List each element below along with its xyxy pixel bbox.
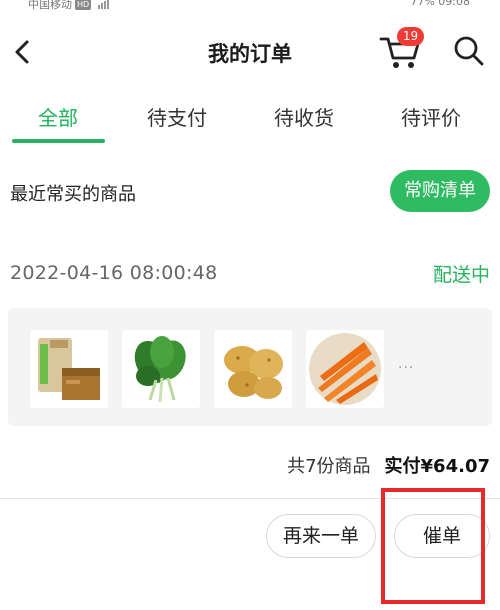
highlight-box: [381, 488, 485, 604]
product-thumb-potatoes: [214, 330, 292, 408]
search-icon: [454, 36, 484, 66]
order-summary: 共7份商品 实付¥64.07: [287, 452, 490, 478]
search-button[interactable]: [452, 34, 486, 68]
frequent-list-button[interactable]: 常购清单: [390, 170, 490, 212]
carrier-info: 中国移动 HD: [28, 0, 110, 12]
status-bar: 中国移动 HD 77% 09:08: [0, 0, 500, 12]
order-status: 配送中: [432, 264, 490, 286]
product-thumb-spinach: [122, 330, 200, 408]
signal-icon: [98, 0, 110, 9]
carrots-image: [309, 333, 381, 405]
spinach-image: [134, 336, 186, 403]
packaged-goods-image: [38, 338, 100, 400]
carrier-label: 中国移动: [28, 0, 72, 11]
nav-bar: 我的订单 19: [0, 24, 500, 80]
tab-all[interactable]: 全部: [8, 102, 108, 131]
tab-pending-review[interactable]: 待评价: [381, 102, 481, 131]
order-header: 2022-04-16 08:00:48 配送中: [0, 250, 500, 290]
order-time: 2022-04-16 08:00:48: [10, 262, 218, 284]
status-right-info: 77% 09:08: [410, 0, 470, 8]
reorder-button[interactable]: 再来一单: [266, 514, 376, 558]
recent-products-row: 最近常买的商品 常购清单: [0, 166, 500, 216]
active-tab-indicator: [12, 139, 105, 143]
tab-pending-payment[interactable]: 待支付: [127, 102, 227, 131]
product-thumb-packaged-goods: [30, 330, 108, 408]
order-tabs: 全部 待支付 待收货 待评价: [0, 92, 500, 146]
potatoes-image: [224, 346, 283, 399]
recent-products-label: 最近常买的商品: [10, 184, 136, 205]
cart-count-badge: 19: [397, 27, 424, 46]
product-thumb-carrots: [306, 330, 384, 408]
page-title: 我的订单: [208, 42, 292, 66]
item-count: 共7份商品: [287, 456, 371, 477]
tab-pending-receipt[interactable]: 待收货: [254, 102, 354, 131]
order-products[interactable]: ···: [8, 308, 492, 426]
hd-badge: HD: [75, 0, 92, 10]
paid-amount: 实付¥64.07: [384, 456, 490, 477]
more-products-indicator: ···: [398, 360, 415, 376]
